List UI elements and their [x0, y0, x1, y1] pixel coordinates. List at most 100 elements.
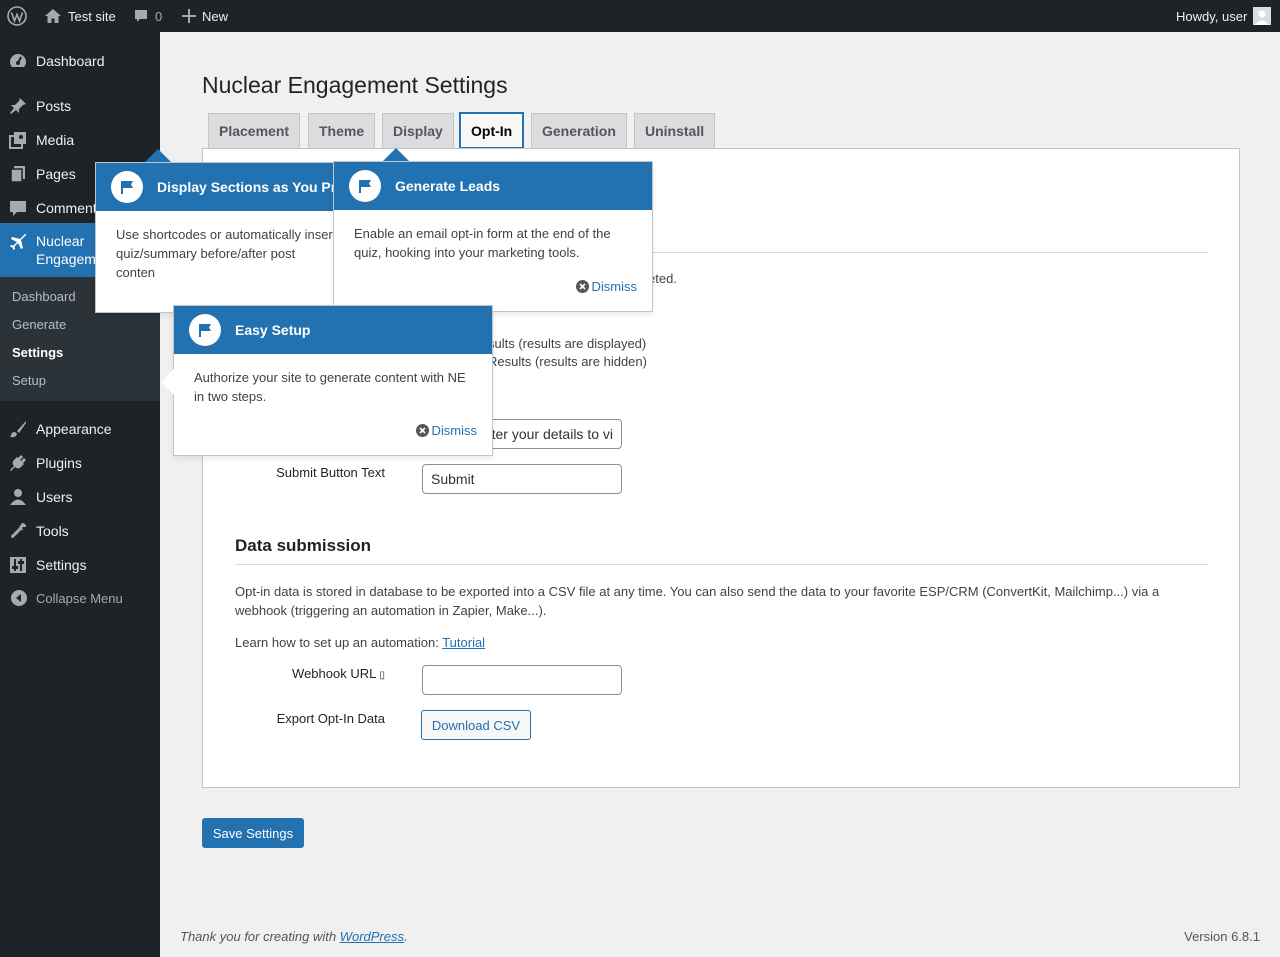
learn-automation-prefix: Learn how to set up an automation:	[235, 635, 439, 650]
optin-prompt-value: ter your details to vi	[491, 426, 613, 442]
pointer-body: Authorize your site to generate content …	[194, 370, 466, 404]
submenu-item-dashboard[interactable]: Dashboard	[12, 289, 76, 304]
footer-thanks-prefix: Thank you for creating with	[180, 929, 337, 944]
media-icon	[8, 130, 28, 150]
sidebar-item-appearance[interactable]: Appearance	[0, 412, 160, 446]
pointer-arrow	[383, 148, 409, 161]
close-icon	[575, 280, 589, 293]
avatar	[1253, 7, 1272, 25]
plug-icon	[8, 453, 28, 473]
radio-label-results-hidden[interactable]: Results (results are hidden)	[488, 352, 647, 371]
tab-display[interactable]: Display	[382, 113, 454, 148]
data-submission-heading: Data submission	[235, 536, 372, 555]
sidebar-label: Plugins	[36, 455, 82, 471]
comment-icon	[8, 198, 28, 218]
sidebar-item-settings[interactable]: Settings	[0, 548, 160, 582]
brush-icon	[8, 419, 28, 439]
submit-button-text-input[interactable]: Submit	[422, 464, 622, 494]
pointer-arrow	[161, 369, 174, 395]
comment-icon	[133, 8, 149, 24]
sidebar-item-media[interactable]: Media	[0, 123, 160, 157]
admin-bar: Test site 0 New Howdy, user	[0, 0, 1280, 32]
howdy-text: Howdy, user	[1176, 8, 1248, 24]
tab-opt-in[interactable]: Opt-In	[459, 112, 525, 149]
site-name-link[interactable]: Test site	[44, 0, 116, 32]
comments-count: 0	[155, 8, 163, 24]
tab-uninstall[interactable]: Uninstall	[634, 113, 716, 148]
wrench-icon	[8, 521, 28, 541]
save-settings-button[interactable]: Save Settings	[202, 818, 304, 848]
pointer-easy-setup: Easy Setup Authorize your site to genera…	[173, 305, 493, 456]
sidebar-label: Media	[36, 132, 75, 148]
sidebar-label: Settings	[36, 557, 87, 573]
dismiss-link[interactable]: Dismiss	[415, 423, 478, 438]
wordpress-link[interactable]: WordPress	[340, 929, 404, 944]
sidebar-item-plugins[interactable]: Plugins	[0, 446, 160, 480]
dashboard-icon	[8, 51, 28, 71]
pointer-title: Easy Setup	[235, 322, 311, 338]
submenu-item-setup[interactable]: Setup	[12, 373, 46, 388]
pointer-header: Easy Setup	[174, 306, 492, 354]
home-icon	[44, 8, 62, 24]
export-optin-label: Export Opt-In Data	[276, 711, 385, 726]
footer-thanks: Thank you for creating with WordPress.	[180, 929, 408, 944]
new-label: New	[202, 8, 229, 24]
data-submission-description: Opt-in data is stored in database to be …	[235, 584, 1160, 618]
sidebar-label: Pages	[36, 166, 76, 182]
pointer-title: Generate Leads	[395, 178, 501, 194]
tutorial-link[interactable]: Tutorial	[442, 635, 485, 650]
sidebar-label: Tools	[36, 523, 69, 539]
close-icon	[415, 424, 429, 437]
info-icon[interactable]: ▯	[379, 670, 385, 681]
flag-icon	[111, 171, 143, 203]
collapse-menu-button[interactable]: Collapse Menu	[0, 588, 160, 608]
webhook-url-input[interactable]	[422, 665, 622, 695]
comments-link[interactable]: 0	[133, 0, 162, 32]
sidebar-label: Dashboard	[36, 53, 105, 69]
footer-thanks-suffix: .	[404, 929, 408, 944]
dismiss-label: Dismiss	[591, 279, 638, 294]
wordpress-logo-icon[interactable]	[7, 0, 27, 32]
my-account-link[interactable]: Howdy, user	[1176, 0, 1272, 32]
page-title: Nuclear Engagement Settings	[202, 72, 508, 98]
pin-icon	[8, 96, 28, 116]
flag-icon	[189, 314, 221, 346]
site-name: Test site	[68, 8, 116, 24]
sidebar-label: Users	[36, 489, 73, 505]
user-icon	[8, 487, 28, 507]
submenu-item-settings[interactable]: Settings	[12, 345, 63, 360]
pointer-arrow	[145, 149, 171, 162]
pointer-body: Use shortcodes or automatically inser qu…	[116, 227, 333, 280]
dismiss-link[interactable]: Dismiss	[575, 279, 638, 294]
pointer-header: Generate Leads	[334, 162, 652, 210]
sidebar-label: Appearance	[36, 421, 112, 437]
webhook-url-label: Webhook URL ▯	[215, 666, 385, 681]
sidebar-item-dashboard[interactable]: Dashboard	[0, 44, 160, 78]
plus-icon	[182, 9, 196, 23]
submit-button-text-value: Submit	[431, 471, 475, 487]
collapse-icon	[10, 589, 28, 607]
sidebar-item-users[interactable]: Users	[0, 480, 160, 514]
sidebar-item-tools[interactable]: Tools	[0, 514, 160, 548]
footer-version: Version 6.8.1	[1184, 929, 1260, 944]
collapse-label: Collapse Menu	[36, 590, 123, 606]
pointer-title: Display Sections as You Pr	[157, 179, 337, 195]
pages-icon	[8, 164, 28, 184]
tab-theme[interactable]: Theme	[308, 113, 376, 148]
dismiss-label: Dismiss	[431, 423, 478, 438]
sidebar-item-posts[interactable]: Posts	[0, 89, 160, 123]
submenu-item-generate[interactable]: Generate	[12, 317, 66, 332]
plane-icon	[8, 232, 28, 252]
pointer-body: Enable an email opt-in form at the end o…	[354, 226, 611, 260]
download-csv-button[interactable]: Download CSV	[421, 710, 531, 740]
flag-icon	[349, 170, 381, 202]
tab-generation[interactable]: Generation	[531, 113, 627, 148]
pointer-generate-leads: Generate Leads Enable an email opt-in fo…	[333, 161, 653, 312]
sidebar-label: Comments	[36, 200, 104, 216]
submit-button-text-label: Submit Button Text	[276, 465, 385, 480]
new-content-link[interactable]: New	[182, 0, 228, 32]
radio-label-results-displayed[interactable]: sults (results are displayed)	[488, 334, 646, 353]
tab-placement[interactable]: Placement	[208, 113, 301, 148]
section-divider	[235, 564, 1208, 565]
sidebar-label: Posts	[36, 98, 72, 114]
